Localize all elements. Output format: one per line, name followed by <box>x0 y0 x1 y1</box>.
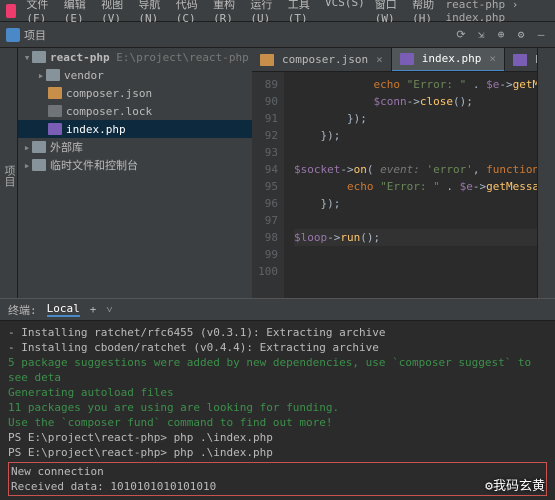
project-tree: ▾react-php E:\project\react-php ▸vendor … <box>18 48 252 298</box>
target-icon[interactable]: ⊕ <box>493 27 509 43</box>
watermark: ⚙我码玄黄 <box>485 475 545 494</box>
tree-file-index-php[interactable]: index.php <box>18 120 252 138</box>
terminal-output[interactable]: - Installing ratchet/rfc6455 (v0.3.1): E… <box>0 321 555 500</box>
editor-tabs: composer.json×index.php×Loop.php×php兼容式搭… <box>252 48 537 72</box>
tree-file-composer-lock[interactable]: composer.lock <box>18 102 252 120</box>
terminal-label: 终端: <box>8 302 37 318</box>
code-editor[interactable]: 8990919293949596979899100 echo "Error: "… <box>252 72 537 298</box>
ide-logo-icon <box>6 4 16 18</box>
terminal-panel: 终端: Local + ˅ - Installing ratchet/rfc64… <box>0 298 555 500</box>
menu-bar: 文件(F)编辑(E)视图(V)导航(N)代码(C)重构(R)运行(U)工具(T)… <box>0 0 555 22</box>
tree-file-composer-json[interactable]: composer.json <box>18 84 252 102</box>
editor-tab[interactable]: composer.json× <box>252 48 392 72</box>
sync-icon[interactable]: ⟳ <box>453 27 469 43</box>
tree-folder-vendor[interactable]: ▸vendor <box>18 66 252 84</box>
close-icon[interactable]: × <box>376 53 383 66</box>
project-icon <box>6 28 20 42</box>
close-icon[interactable]: × <box>489 52 496 65</box>
project-tool-tab[interactable]: 项目 <box>0 48 18 298</box>
file-icon <box>260 54 274 66</box>
file-icon <box>400 53 414 65</box>
project-label: 项目 <box>24 27 46 43</box>
editor-area: composer.json×index.php×Loop.php×php兼容式搭… <box>252 48 537 298</box>
file-icon <box>513 54 527 66</box>
tree-external-libs[interactable]: ▸外部库 <box>18 138 252 156</box>
terminal-add-tab[interactable]: + <box>90 303 97 316</box>
editor-tab[interactable]: index.php× <box>392 48 505 72</box>
terminal-dropdown[interactable]: ˅ <box>106 303 112 316</box>
breadcrumb: react-php › index.php <box>446 0 550 24</box>
settings-icon[interactable]: ⚙ <box>513 27 529 43</box>
collapse-icon[interactable]: ⇲ <box>473 27 489 43</box>
hide-icon[interactable]: — <box>533 27 549 43</box>
tree-scratches[interactable]: ▸临时文件和控制台 <box>18 156 252 174</box>
project-toolbar: 项目 ⟳ ⇲ ⊕ ⚙ — <box>0 22 555 48</box>
terminal-tab-local[interactable]: Local <box>47 302 80 317</box>
terminal-highlight-box: New connectionReceived data: 10101010101… <box>8 462 547 496</box>
gutter: 8990919293949596979899100 <box>252 72 284 298</box>
tree-root[interactable]: ▾react-php E:\project\react-php <box>18 48 252 66</box>
right-gutter <box>537 48 555 298</box>
editor-tab[interactable]: Loop.php× <box>505 48 537 72</box>
